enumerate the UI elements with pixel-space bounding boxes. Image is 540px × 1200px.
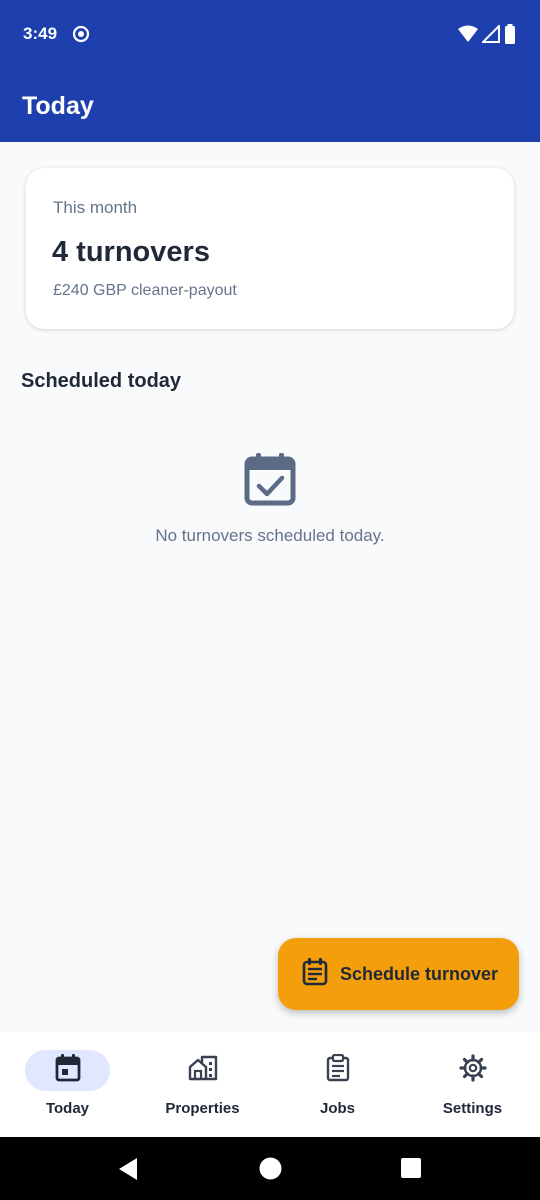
buildings-icon	[188, 1055, 218, 1086]
schedule-turnover-label: Schedule turnover	[340, 963, 499, 984]
cell-signal-icon	[480, 23, 500, 48]
payout-total: £240 GBP cleaner-payout	[53, 282, 237, 299]
battery-icon	[504, 24, 516, 49]
app-bar: Today	[0, 70, 540, 142]
system-navigation-bar	[0, 1137, 540, 1200]
recents-icon[interactable]	[401, 1158, 421, 1183]
calendar-icon	[55, 1054, 81, 1087]
status-bar: 3:49	[0, 0, 540, 70]
schedule-turnover-button[interactable]: Schedule turnover	[278, 938, 519, 1010]
schedule-list-icon	[302, 957, 328, 991]
summary-period-label: This month	[53, 198, 138, 217]
app-notification-icon	[72, 25, 90, 48]
status-time: 3:49	[23, 24, 58, 43]
nav-label-properties: Properties	[165, 1100, 240, 1117]
home-icon[interactable]	[259, 1157, 282, 1185]
nav-active-indicator	[25, 1050, 110, 1091]
clipboard-icon	[326, 1053, 350, 1087]
calendar-check-icon	[244, 452, 296, 511]
nav-label-today: Today	[45, 1100, 90, 1117]
monthly-summary-card: This month 4 turnovers £240 GBP cleaner-…	[26, 168, 514, 329]
wifi-icon	[458, 25, 478, 48]
scheduled-today-heading: Scheduled today	[21, 370, 182, 392]
nav-item-today[interactable]: Today	[0, 1032, 135, 1137]
bottom-navigation: Today Properties Jobs Settings	[0, 1032, 540, 1137]
empty-state-message: No turnovers scheduled today.	[155, 526, 385, 545]
turnover-count: 4 turnovers	[52, 236, 210, 268]
nav-item-settings[interactable]: Settings	[405, 1032, 540, 1137]
nav-label-jobs: Jobs	[319, 1100, 355, 1117]
nav-label-settings: Settings	[442, 1100, 503, 1117]
nav-item-jobs[interactable]: Jobs	[270, 1032, 405, 1137]
gear-icon	[458, 1054, 487, 1087]
status-icons	[458, 23, 516, 49]
page-title: Today	[22, 92, 94, 120]
nav-item-properties[interactable]: Properties	[135, 1032, 270, 1137]
back-icon[interactable]	[118, 1157, 138, 1186]
